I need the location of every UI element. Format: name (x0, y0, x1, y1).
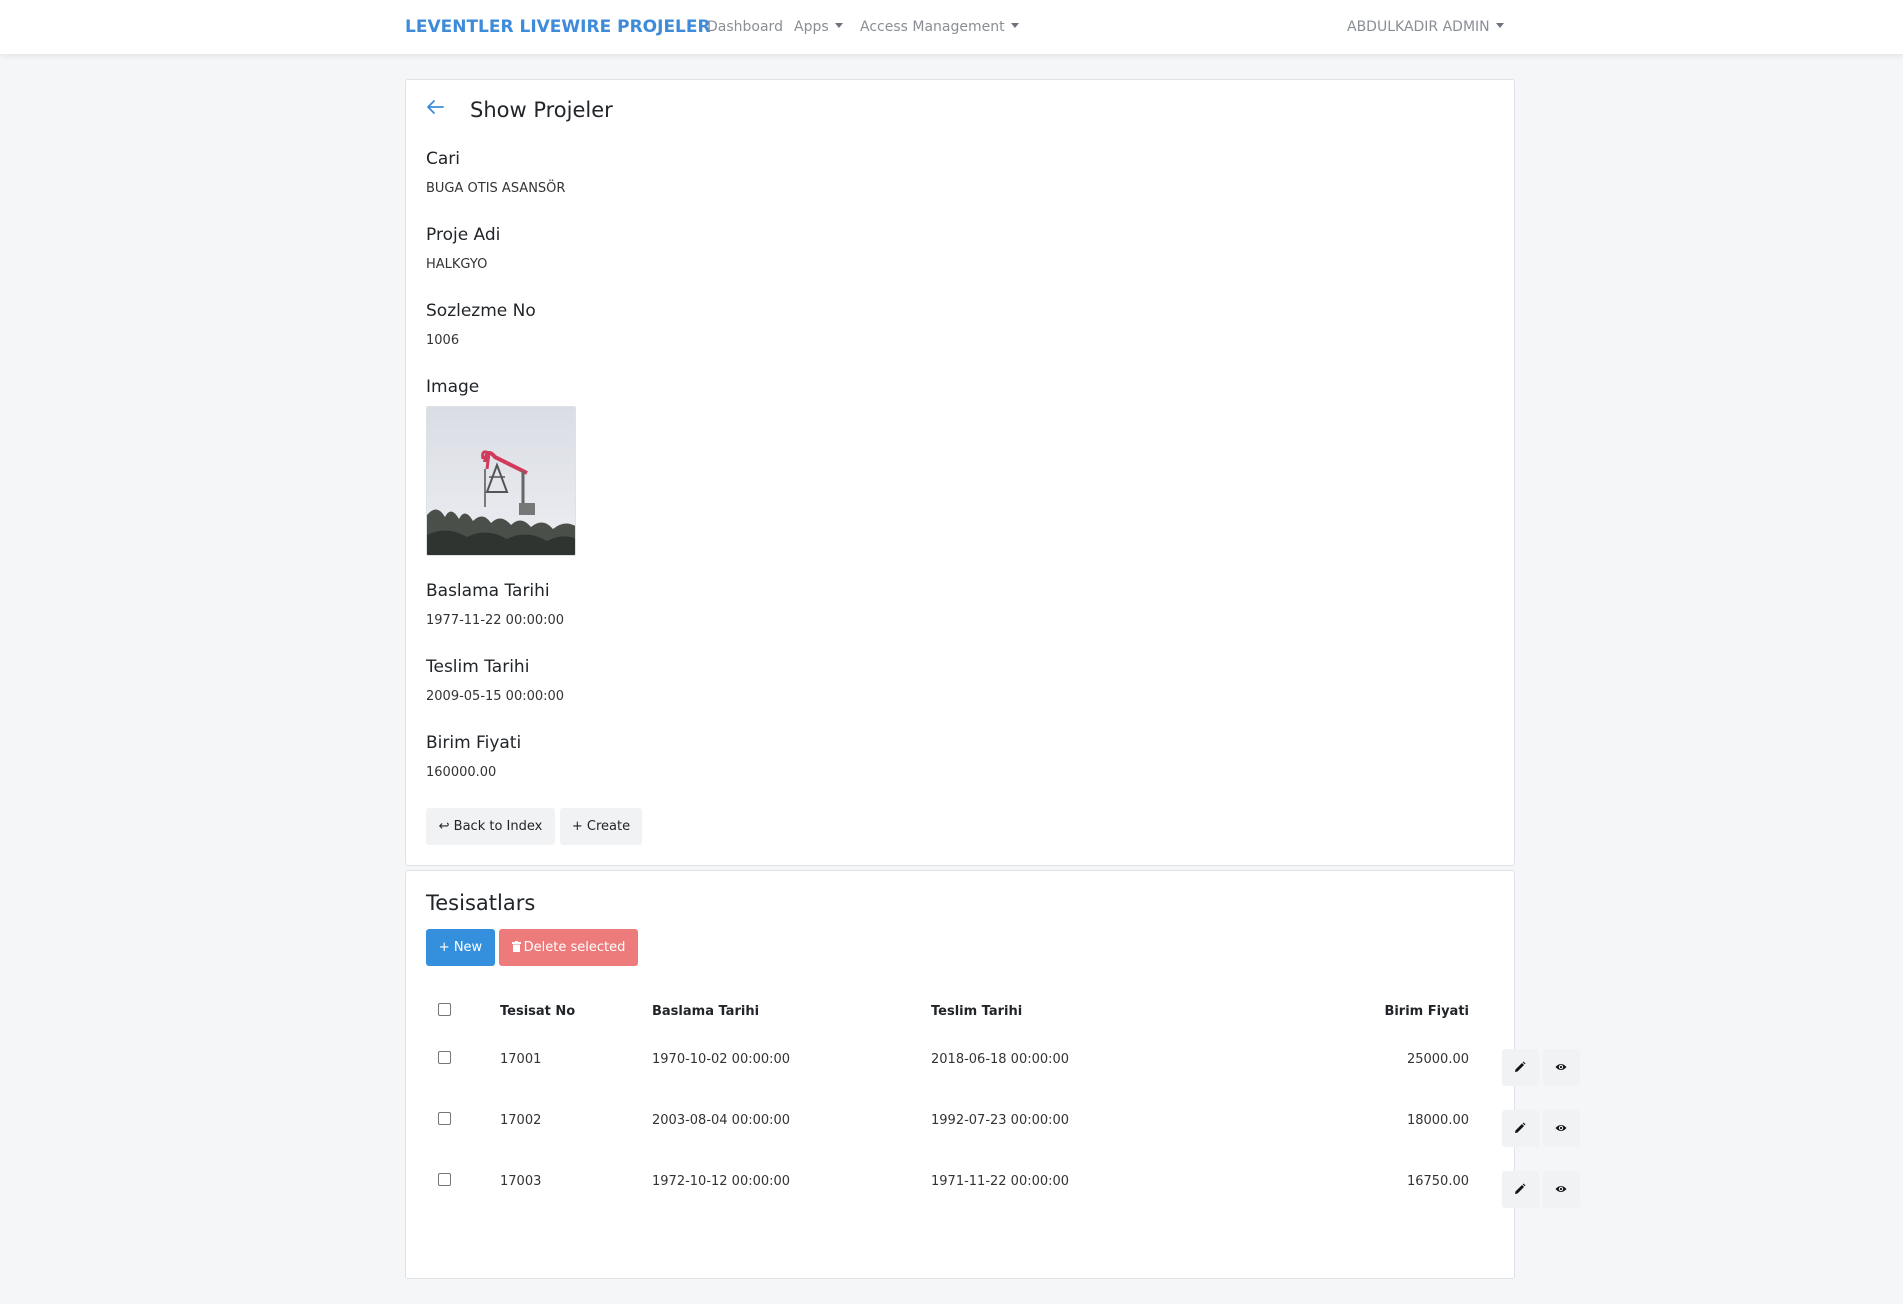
project-image (426, 406, 576, 556)
sozlezme-no-value: 1006 (426, 333, 460, 348)
edit-button[interactable] (1502, 1049, 1539, 1086)
teslim-tarihi-label: Teslim Tarihi (426, 657, 530, 677)
row-checkbox[interactable] (438, 1173, 451, 1186)
edit-button[interactable] (1502, 1171, 1539, 1208)
show-projeler-card: Show Projeler Cari BUGA OTIS ASANSÖR Pro… (405, 79, 1515, 866)
view-button[interactable] (1543, 1110, 1580, 1147)
pencil-icon (1515, 1061, 1526, 1072)
cell-teslim-tarihi: 2018-06-18 00:00:00 (931, 1052, 1070, 1067)
edit-button[interactable] (1502, 1110, 1539, 1147)
cell-tesisat-no: 17003 (500, 1174, 542, 1189)
nav-dashboard[interactable]: Dashboard (707, 19, 783, 35)
proje-adi-value: HALKGYO (426, 257, 488, 272)
cell-birim-fiyati: 16750.00 (1406, 1174, 1469, 1189)
cell-tesisat-no: 17002 (500, 1113, 542, 1128)
cell-baslama-tarihi: 1972-10-12 00:00:00 (652, 1174, 791, 1189)
trash-icon (511, 941, 521, 952)
baslama-tarihi-value: 1977-11-22 00:00:00 (426, 613, 565, 628)
create-button[interactable]: + Create (560, 808, 642, 845)
eye-icon (1555, 1125, 1567, 1131)
col-birim-fiyati: Birim Fiyati (1384, 1004, 1469, 1019)
cell-birim-fiyati: 18000.00 (1406, 1113, 1469, 1128)
pencil-icon (1515, 1122, 1526, 1133)
eye-icon (1555, 1186, 1567, 1192)
cell-baslama-tarihi: 2003-08-04 00:00:00 (652, 1113, 791, 1128)
delete-selected-button[interactable]: Delete selected (499, 929, 638, 966)
birim-fiyati-label: Birim Fiyati (426, 733, 522, 753)
cari-label: Cari (426, 149, 460, 169)
nav-apps-dropdown[interactable]: Apps (794, 19, 843, 35)
col-teslim-tarihi: Teslim Tarihi (931, 1004, 1023, 1019)
cell-birim-fiyati: 25000.00 (1406, 1052, 1469, 1067)
cell-baslama-tarihi: 1970-10-02 00:00:00 (652, 1052, 791, 1067)
select-all-checkbox[interactable] (438, 1003, 451, 1016)
birim-fiyati-value: 160000.00 (426, 765, 497, 780)
eye-icon (1555, 1064, 1567, 1070)
back-to-index-button[interactable]: ↩ Back to Index (426, 808, 555, 845)
user-name: ABDULKADIR ADMIN (1347, 19, 1490, 35)
image-label: Image (426, 377, 480, 397)
top-navbar: LEVENTLER LIVEWIRE PROJELER Dashboard Ap… (0, 0, 1903, 55)
cell-teslim-tarihi: 1971-11-22 00:00:00 (931, 1174, 1070, 1189)
sozlezme-no-label: Sozlezme No (426, 301, 536, 321)
cell-teslim-tarihi: 1992-07-23 00:00:00 (931, 1113, 1070, 1128)
back-arrow-icon[interactable] (426, 98, 444, 118)
row-checkbox[interactable] (438, 1112, 451, 1125)
delete-selected-label: Delete selected (523, 940, 626, 955)
col-baslama-tarihi: Baslama Tarihi (652, 1004, 760, 1019)
view-button[interactable] (1543, 1049, 1580, 1086)
view-button[interactable] (1543, 1171, 1580, 1208)
teslim-tarihi-value: 2009-05-15 00:00:00 (426, 689, 565, 704)
baslama-tarihi-label: Baslama Tarihi (426, 581, 550, 601)
pencil-icon (1515, 1183, 1526, 1194)
proje-adi-label: Proje Adi (426, 225, 501, 245)
nav-access-management-dropdown[interactable]: Access Management (860, 19, 1019, 35)
col-tesisat-no: Tesisat No (500, 1004, 576, 1019)
new-button[interactable]: + New (426, 929, 495, 966)
brand-logo[interactable]: LEVENTLER LIVEWIRE PROJELER (405, 17, 711, 37)
page-title: Show Projeler (470, 98, 613, 122)
row-checkbox[interactable] (438, 1051, 451, 1064)
section-title: Tesisatlars (426, 891, 536, 915)
cari-value: BUGA OTIS ASANSÖR (426, 181, 566, 196)
user-menu-dropdown[interactable]: ABDULKADIR ADMIN (1347, 19, 1504, 35)
nav-apps-label: Apps (794, 19, 829, 35)
nav-access-label: Access Management (860, 19, 1005, 35)
tesisatlars-card: Tesisatlars + New Delete selected Tesisa… (405, 870, 1580, 1279)
cell-tesisat-no: 17001 (500, 1052, 542, 1067)
